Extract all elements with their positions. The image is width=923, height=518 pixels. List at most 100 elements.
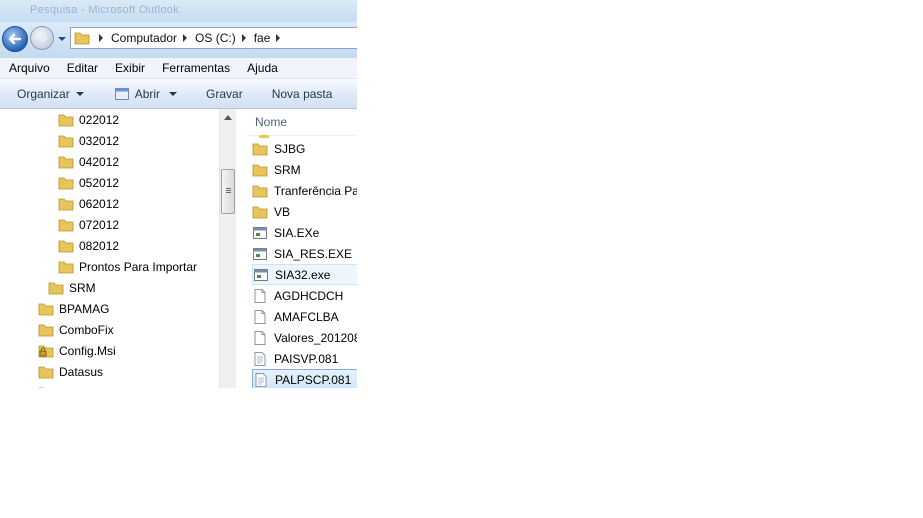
tree-item-label: Datasus (59, 364, 104, 379)
organize-label: Organizar (17, 86, 70, 101)
tree-item-label: 022012 (79, 112, 120, 127)
tree-item-label: 032012 (79, 133, 120, 148)
open-label: Abrir (134, 86, 161, 101)
folder-icon (252, 143, 268, 155)
tree-item-042012[interactable]: 042012 (58, 151, 119, 172)
file-item-label: SRM (274, 162, 301, 177)
file-item-srm[interactable]: SRM (252, 159, 357, 180)
tree-item-032012[interactable]: 032012 (58, 130, 119, 151)
address-bar[interactable]: Computador OS (C:) fae (70, 27, 357, 49)
chevron-right-icon[interactable] (99, 34, 103, 42)
tree-item-combofix[interactable]: ComboFix (38, 319, 114, 340)
title-bar: Pesquisa - Microsoft Outlook (0, 0, 357, 22)
file-item-label: AGDHCDCH (274, 288, 344, 303)
folder-icon (252, 185, 268, 197)
tree-item-052012[interactable]: 052012 (58, 172, 119, 193)
menu-exibir[interactable]: Exibir (106, 61, 153, 75)
grip-line (226, 190, 231, 191)
tree-item-label: Prontos Para Importar (79, 259, 198, 274)
tree-item-label: BPAMAG (59, 301, 110, 316)
file-item-label: AMAFCLBA (274, 309, 339, 324)
chevron-right-icon[interactable] (241, 34, 246, 42)
chevron-down-icon (169, 91, 178, 96)
menu-editar[interactable]: Editar (58, 61, 106, 75)
folder-icon (252, 206, 268, 218)
recent-pages-dropdown-icon[interactable] (57, 34, 67, 44)
file-item-sia-exe[interactable]: SIA.EXe (252, 222, 357, 243)
file-item-valores[interactable]: Valores_201208 (252, 327, 357, 348)
file-item-label: VB (274, 204, 291, 219)
tree-item-082012[interactable]: 082012 (58, 235, 119, 256)
folder-icon (58, 240, 74, 252)
folder-icon (38, 387, 45, 388)
tree-item-072012[interactable]: 072012 (58, 214, 119, 235)
file-item-sia32-exe[interactable]: SIA32.exe (252, 264, 357, 285)
navigation-scrollbar[interactable] (219, 109, 237, 388)
tree-item-label: SRM (69, 280, 96, 295)
menu-ajuda[interactable]: Ajuda (238, 61, 286, 75)
file-icon (254, 330, 266, 345)
exe-icon (253, 247, 267, 260)
organize-button[interactable]: Organizar (17, 87, 84, 101)
file-item-palpscp[interactable]: PALPSCP.081 (252, 369, 357, 388)
open-button[interactable]: Abrir (114, 86, 178, 102)
file-item-label: Tranferência Pa (274, 183, 357, 198)
breadcrumb-drive-c[interactable]: OS (C:) (195, 31, 236, 45)
back-arrow-icon (8, 33, 22, 45)
folder-icon (74, 32, 90, 45)
breadcrumb-fae[interactable]: fae (254, 31, 271, 45)
file-item-agdhcdch[interactable]: AGDHCDCH (252, 285, 357, 306)
tree-item-config-msi[interactable]: Config.Msi (38, 340, 116, 361)
menu-ferramentas[interactable]: Ferramentas (153, 61, 238, 75)
file-item-vb[interactable]: VB (252, 201, 357, 222)
chevron-right-icon[interactable] (276, 34, 281, 42)
new-folder-label: Nova pasta (271, 86, 333, 101)
chevron-down-icon (75, 91, 84, 96)
command-bar: Organizar Abrir Gravar Nova pasta (0, 79, 357, 109)
folder-icon (252, 164, 268, 176)
tree-item-srm[interactable]: SRM (48, 277, 96, 298)
file-list[interactable]: Nome SJBG SRM Tranferência Pa VB SIA.EXe (237, 109, 357, 388)
folder-icon (58, 156, 74, 168)
tree-item-022012[interactable]: 022012 (58, 109, 119, 130)
menu-bar: Arquivo Editar Exibir Ferramentas Ajuda (0, 58, 357, 79)
new-folder-button[interactable]: Nova pasta (272, 87, 333, 101)
file-item-label: SIA_RES.EXE (274, 246, 353, 261)
forward-arrow-icon (36, 33, 48, 43)
chevron-right-icon[interactable] (183, 34, 188, 42)
file-item-sia-res-exe[interactable]: SIA_RES.EXE (252, 243, 357, 264)
file-item-tranferencia[interactable]: Tranferência Pa (252, 180, 357, 201)
breadcrumb-computador[interactable]: Computador (111, 31, 177, 45)
folder-icon (58, 219, 74, 231)
grip-line (226, 192, 231, 193)
burn-button[interactable]: Gravar (206, 87, 243, 101)
tree-item-label: ComboFix (59, 322, 114, 337)
tree-item-label: 082012 (79, 238, 120, 253)
scrollbar-thumb[interactable] (221, 169, 235, 214)
tree-item-label: 072012 (79, 217, 120, 232)
tree-item-bpamag[interactable]: BPAMAG (38, 298, 109, 319)
navigation-pane[interactable]: 022012 032012 042012 052012 062012 07201… (0, 109, 219, 388)
back-button[interactable] (2, 26, 28, 52)
file-item-label: SJBG (274, 141, 306, 156)
tree-item-partial[interactable] (38, 382, 54, 388)
menu-arquivo[interactable]: Arquivo (0, 61, 58, 75)
tree-item-prontos-para-importar[interactable]: Prontos Para Importar (58, 256, 197, 277)
tree-item-062012[interactable]: 062012 (58, 193, 119, 214)
burn-label: Gravar (206, 86, 243, 101)
file-item-amafclba[interactable]: AMAFCLBA (252, 306, 357, 327)
forward-button[interactable] (30, 26, 54, 50)
scroll-up-icon[interactable] (224, 115, 232, 120)
address-row: Computador OS (C:) fae (0, 22, 357, 58)
column-header-name[interactable]: Nome (255, 115, 287, 129)
window-title: Pesquisa - Microsoft Outlook (30, 4, 180, 16)
file-item-sjbg[interactable]: SJBG (252, 138, 357, 159)
explorer-window: Pesquisa - Microsoft Outlook Computador … (0, 0, 357, 388)
file-item-label: Valores_201208 (274, 330, 357, 345)
file-item-paisvp[interactable]: PAISVP.081 (252, 348, 357, 369)
exe-icon (254, 268, 268, 281)
file-item-label: SIA32.exe (275, 267, 331, 282)
text-file-icon (254, 351, 266, 366)
tree-item-datasus[interactable]: Datasus (38, 361, 103, 382)
breadcrumb: Computador OS (C:) fae (93, 28, 288, 48)
